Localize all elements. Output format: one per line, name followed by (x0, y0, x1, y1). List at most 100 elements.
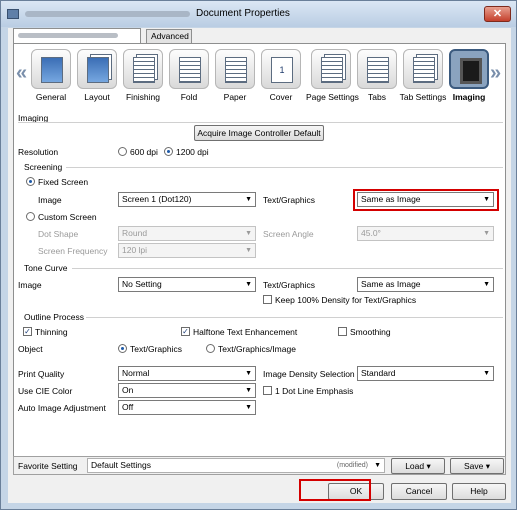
chevron-down-icon: ▼ (483, 370, 490, 377)
tabs-glyph (367, 57, 389, 83)
cover-glyph: 1 (271, 57, 293, 83)
chevron-down-icon: ▼ (245, 281, 252, 288)
tone-text-graphics-dropdown[interactable]: Same as Image ▼ (357, 277, 494, 292)
general-glyph (41, 57, 63, 83)
smoothing-label: Smoothing (350, 327, 391, 337)
scroll-right-button[interactable]: » (490, 62, 501, 85)
auto-adjust-dropdown[interactable]: Off ▼ (118, 400, 256, 415)
category-tab-settings[interactable]: Tab Settings (398, 49, 448, 105)
category-general[interactable]: General (26, 49, 76, 105)
category-label: Cover (269, 92, 293, 102)
dot-line-label: 1 Dot Line Emphasis (275, 386, 354, 396)
layout-icon (77, 49, 117, 89)
title-bar[interactable]: Document Properties ✕ (1, 1, 516, 27)
printer-app-icon (7, 9, 19, 19)
page-settings-icon (311, 49, 351, 89)
imaging-glyph (460, 58, 482, 84)
thinning-checkbox[interactable]: ✓ (23, 327, 32, 336)
tab-basic[interactable] (13, 28, 141, 43)
screen-image-label: Image (38, 195, 62, 205)
acquire-default-button[interactable]: Acquire Image Controller Default (194, 125, 324, 141)
category-finishing[interactable]: Finishing (118, 49, 168, 105)
tone-image-dropdown[interactable]: No Setting ▼ (118, 277, 256, 292)
tone-image-label: Image (18, 280, 42, 290)
window-title: Document Properties (196, 8, 290, 19)
tab-advanced[interactable]: Advanced (146, 29, 192, 43)
image-density-label: Image Density Selection (263, 369, 355, 379)
outline-process-label: Outline Process (24, 312, 84, 322)
chevron-down-icon: ▾ (485, 461, 491, 471)
screen-angle-label: Screen Angle (263, 229, 314, 239)
object-text-graphics-image-radio[interactable] (206, 344, 215, 353)
dropdown-value: On (122, 385, 134, 395)
object-text-graphics-radio[interactable] (118, 344, 127, 353)
category-cover[interactable]: 1 Cover (256, 49, 306, 105)
category-label: Fold (180, 92, 198, 102)
screen-frequency-dropdown[interactable]: 120 lpi ▼ (118, 243, 256, 258)
category-paper[interactable]: Paper (210, 49, 260, 105)
category-label: Finishing (125, 92, 161, 102)
favorite-label: Favorite Setting (18, 461, 78, 471)
tab-settings-icon (403, 49, 443, 89)
category-tabs[interactable]: Tabs (352, 49, 402, 105)
paper-icon (215, 49, 255, 89)
resolution-label: Resolution (18, 147, 59, 157)
screen-image-dropdown[interactable]: Screen 1 (Dot120) ▼ (118, 192, 256, 207)
load-button[interactable]: Load ▾ (391, 458, 445, 474)
category-layout[interactable]: Layout (72, 49, 122, 105)
chevron-down-icon: ▼ (245, 387, 252, 394)
halftone-checkbox[interactable]: ✓ (181, 327, 190, 336)
section-divider (86, 317, 503, 318)
highlight-ok (299, 479, 371, 501)
save-button[interactable]: Save ▾ (450, 458, 504, 474)
category-page-settings[interactable]: Page Settings (306, 49, 359, 105)
chevron-down-icon: ▼ (374, 462, 381, 469)
dialog-client: Advanced « General Layout Finishing Fold… (8, 28, 511, 503)
category-label: Layout (84, 92, 110, 102)
dot-shape-dropdown[interactable]: Round ▼ (118, 226, 256, 241)
image-density-dropdown[interactable]: Standard ▼ (357, 366, 494, 381)
dot-shape-label: Dot Shape (38, 229, 79, 239)
cie-color-label: Use CIE Color (18, 386, 73, 396)
favorite-dropdown[interactable]: Default Settings (modified) ▼ (87, 458, 385, 473)
category-label: Tab Settings (399, 92, 447, 102)
smoothing-checkbox[interactable] (338, 327, 347, 336)
category-label: Imaging (452, 92, 486, 102)
halftone-label: Halftone Text Enhancement (193, 327, 298, 337)
custom-screen-radio[interactable] (26, 212, 35, 221)
resolution-1200-radio[interactable] (164, 147, 173, 156)
resolution-600-radio[interactable] (118, 147, 127, 156)
keep-density-checkbox[interactable] (263, 295, 272, 304)
section-divider (66, 167, 503, 168)
finishing-glyph (133, 57, 155, 83)
category-imaging[interactable]: Imaging (444, 49, 494, 105)
print-quality-label: Print Quality (18, 369, 65, 379)
blurred-tab-label (18, 33, 118, 39)
screen-angle-dropdown[interactable]: 45.0° ▼ (357, 226, 494, 241)
resolution-600-label: 600 dpi (130, 147, 158, 157)
fixed-screen-label: Fixed Screen (38, 177, 89, 187)
dropdown-value: Normal (122, 368, 150, 378)
chevron-down-icon: ▼ (245, 247, 252, 254)
keep-density-label: Keep 100% Density for Text/Graphics (275, 295, 417, 305)
dot-line-checkbox[interactable] (263, 386, 272, 395)
layout-glyph (87, 57, 109, 83)
favorite-modified: (modified) (336, 462, 368, 469)
auto-adjust-label: Auto Image Adjustment (18, 403, 106, 413)
print-quality-dropdown[interactable]: Normal ▼ (118, 366, 256, 381)
screen-frequency-label: Screen Frequency (38, 246, 108, 256)
cie-color-dropdown[interactable]: On ▼ (118, 383, 256, 398)
help-button[interactable]: Help (452, 483, 506, 500)
category-label: Paper (223, 92, 247, 102)
document-properties-window: Document Properties ✕ Advanced « General… (0, 0, 517, 510)
screen-text-graphics-label: Text/Graphics (263, 195, 315, 205)
paper-glyph (225, 57, 247, 83)
fixed-screen-radio[interactable] (26, 177, 35, 186)
category-fold[interactable]: Fold (164, 49, 214, 105)
cancel-button[interactable]: Cancel (391, 483, 447, 500)
save-label: Save (463, 461, 484, 471)
custom-screen-label: Custom Screen (38, 212, 97, 222)
close-button[interactable]: ✕ (484, 6, 511, 22)
thinning-label: Thinning (35, 327, 68, 337)
chevron-down-icon: ▼ (483, 230, 490, 237)
